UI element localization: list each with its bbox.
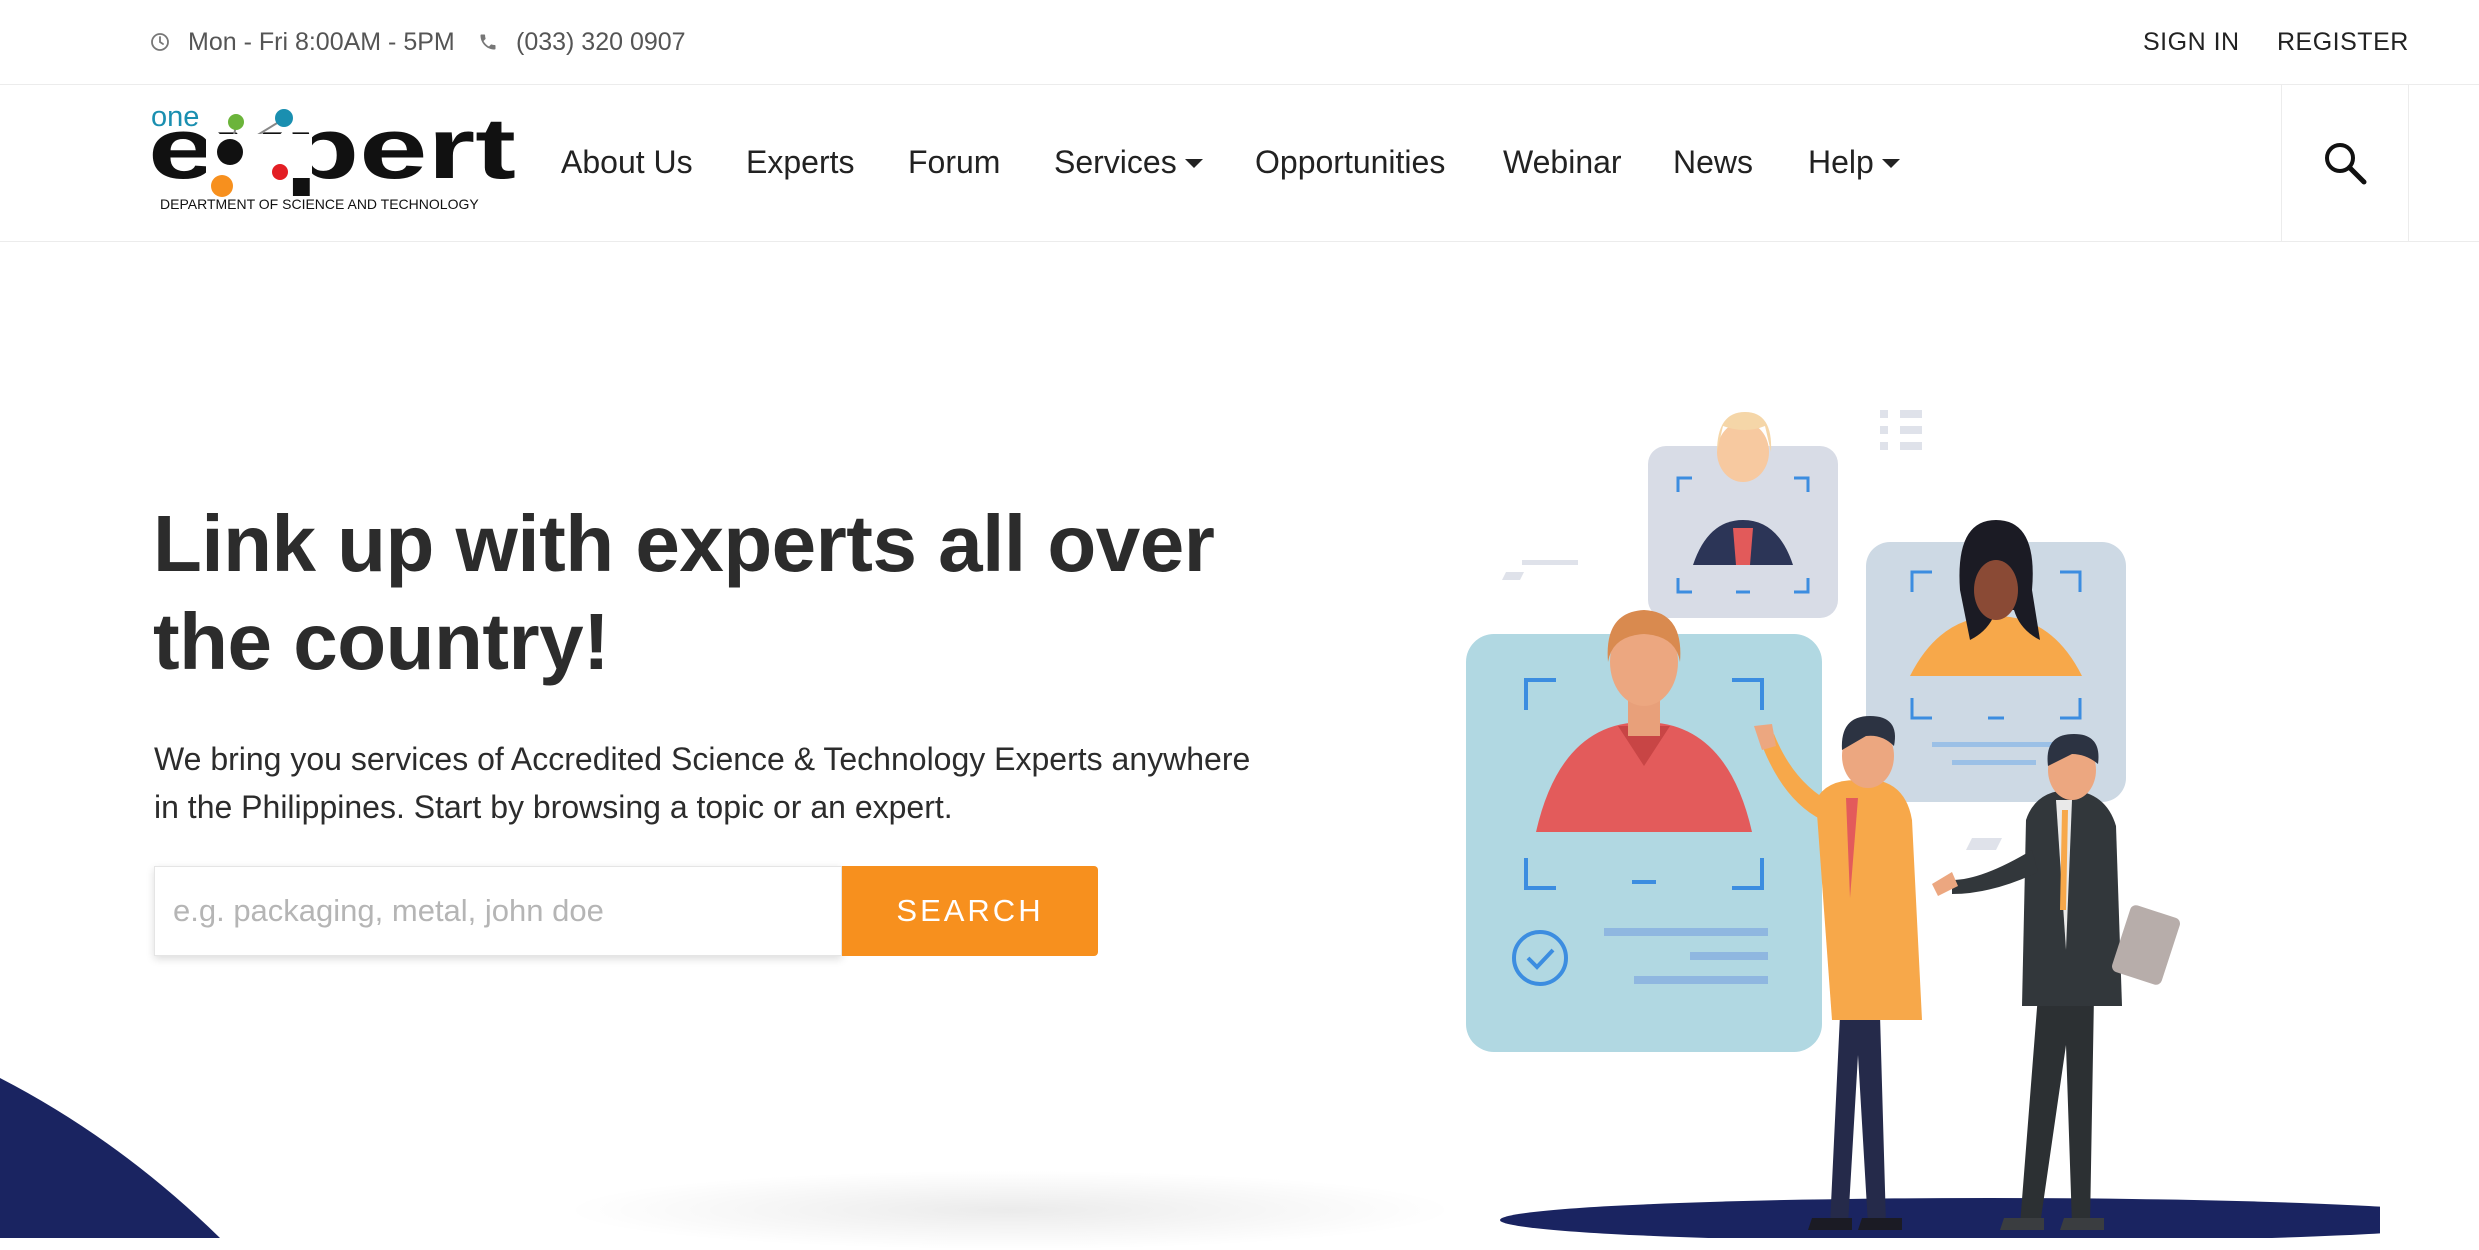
experts-illustration (1466, 410, 2380, 1238)
nav-news[interactable]: News (1673, 125, 1753, 199)
nav-about-us-label: About Us (561, 143, 693, 180)
nav-news-label: News (1673, 143, 1754, 180)
hero-title: Link up with experts all over the countr… (153, 495, 1253, 691)
search-icon (2325, 143, 2367, 185)
nav-help-label: Help (1808, 143, 1874, 180)
nav-forum[interactable]: Forum (908, 125, 1000, 199)
phone-number[interactable]: (033) 320 0907 (478, 0, 686, 84)
chevron-down-icon (1881, 158, 1900, 168)
hero-subtitle: We bring you services of Accredited Scie… (154, 735, 1284, 831)
nav-opportunities[interactable]: Opportunities (1255, 125, 1445, 199)
hero-title-line2: the country! (153, 597, 610, 686)
clock-icon (151, 33, 169, 51)
nav-about-us[interactable]: About Us (561, 125, 693, 199)
nav-services-label: Services (1054, 143, 1177, 180)
nav-experts-label: Experts (746, 143, 855, 180)
expert-search-input[interactable] (154, 866, 842, 956)
decorative-shadow (560, 1170, 1460, 1250)
decorative-corner-shape (0, 1078, 220, 1238)
nav-help[interactable]: Help (1808, 125, 1900, 199)
nav-search-button[interactable] (2281, 85, 2409, 241)
hero-title-line1: Link up with experts all over (153, 499, 1215, 588)
phone-number-text: (033) 320 0907 (516, 27, 686, 56)
phone-icon (480, 34, 496, 50)
nav-services[interactable]: Services (1054, 125, 1203, 199)
chevron-down-icon (1184, 158, 1203, 168)
logo-expert-text: expert (148, 101, 516, 197)
hero-subtitle-line1: We bring you services of Accredited Scie… (154, 741, 1251, 777)
search-button[interactable]: SEARCH (842, 866, 1098, 956)
nav-experts[interactable]: Experts (746, 125, 854, 199)
sign-in-link[interactable]: SIGN IN (2143, 0, 2240, 84)
top-info-bar: Mon - Fri 8:00AM - 5PM (033) 320 0907 SI… (0, 0, 2479, 85)
nav-opportunities-label: Opportunities (1255, 143, 1446, 180)
nav-forum-label: Forum (908, 143, 1001, 180)
nav-webinar[interactable]: Webinar (1503, 125, 1622, 199)
oneexpert-logo[interactable]: one expert DEPARTMENT OF SCIENCE AND TEC… (148, 96, 528, 216)
office-hours: Mon - Fri 8:00AM - 5PM (150, 0, 455, 84)
nav-webinar-label: Webinar (1503, 143, 1622, 180)
hero-subtitle-line2: in the Philippines. Start by browsing a … (154, 789, 953, 825)
register-link[interactable]: REGISTER (2277, 0, 2409, 84)
logo-tagline: DEPARTMENT OF SCIENCE AND TECHNOLOGY (160, 196, 479, 212)
office-hours-text: Mon - Fri 8:00AM - 5PM (188, 27, 455, 56)
